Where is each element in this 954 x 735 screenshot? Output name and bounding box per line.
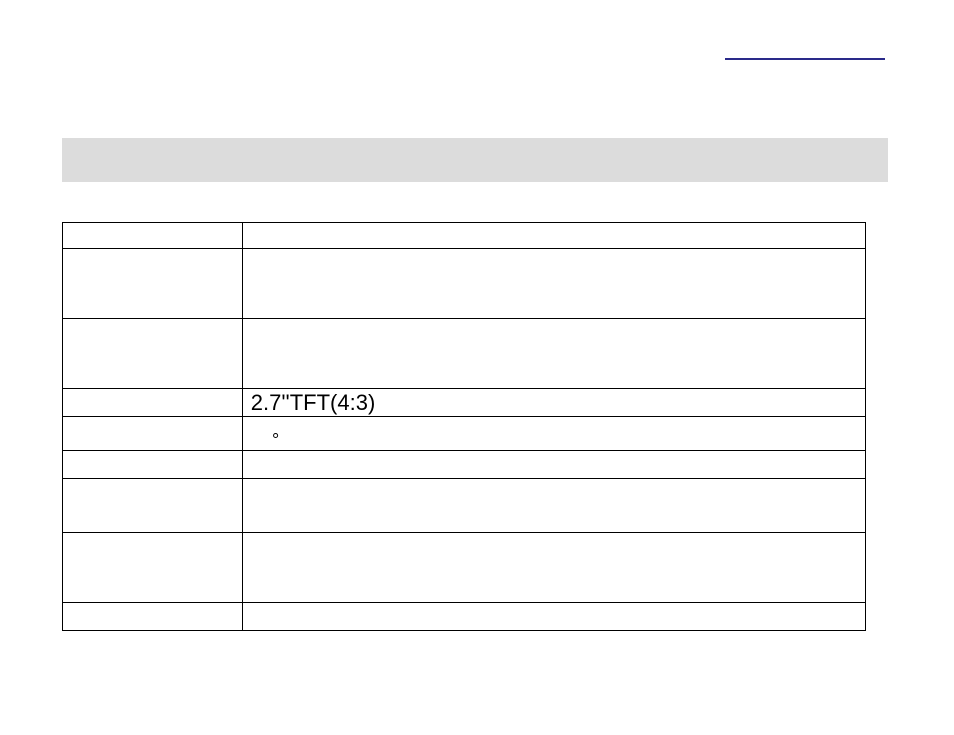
- table-row: [63, 603, 866, 631]
- specs-table: 2.7''TFT(4:3): [62, 222, 866, 631]
- table-row: 2.7''TFT(4:3): [63, 389, 866, 417]
- table-cell-left: [63, 389, 243, 417]
- table-row: [63, 223, 866, 249]
- table-cell-left: [63, 417, 243, 451]
- table-cell-right: [242, 479, 865, 533]
- table-row: [63, 417, 866, 451]
- table-cell-left: [63, 533, 243, 603]
- table-cell-right: [242, 603, 865, 631]
- cell-text: 2.7''TFT(4:3): [243, 390, 865, 416]
- section-header-bar: [62, 138, 888, 182]
- table-cell-left: [63, 479, 243, 533]
- table-cell-right: [242, 223, 865, 249]
- table-cell-right: 2.7''TFT(4:3): [242, 389, 865, 417]
- table-cell-right: [242, 249, 865, 319]
- table-row: [63, 319, 866, 389]
- table-cell-right: [242, 533, 865, 603]
- table-row: [63, 249, 866, 319]
- table-row: [63, 451, 866, 479]
- table-cell-right: [242, 319, 865, 389]
- table-cell-left: [63, 223, 243, 249]
- table-cell-left: [63, 451, 243, 479]
- table-cell-right: [242, 417, 865, 451]
- table-cell-right: [242, 451, 865, 479]
- table-row: [63, 533, 866, 603]
- table-cell-left: [63, 603, 243, 631]
- header-underline: [725, 58, 885, 60]
- table-row: [63, 479, 866, 533]
- table-cell-left: [63, 249, 243, 319]
- degree-symbol: °: [272, 430, 279, 451]
- table-cell-left: [63, 319, 243, 389]
